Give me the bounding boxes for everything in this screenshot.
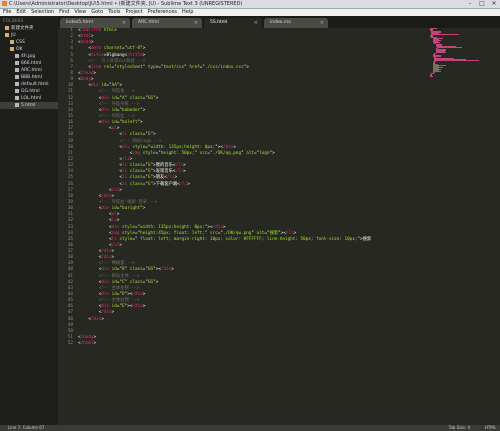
close-tab-icon[interactable]: × [320, 18, 324, 28]
sidebar-item-label: LOL.html [21, 96, 42, 101]
tab-label: index5.html [66, 20, 93, 25]
menu-goto[interactable]: Goto [91, 9, 103, 15]
sidebar-item-label: 666.html [21, 61, 42, 66]
minimap-line [435, 51, 447, 53]
cursor-position: Line 7, Column 67 [8, 425, 45, 430]
line-number: 52 [67, 341, 73, 347]
file-icon [15, 60, 19, 65]
status-bar: Line 7, Column 67 Tab Size: 4 HTML [0, 425, 500, 431]
code-line: </html> [78, 341, 97, 347]
sidebar-item-label: GG.html [21, 89, 40, 94]
minimize-button[interactable]: – [464, 0, 476, 8]
close-tab-icon[interactable]: × [254, 18, 258, 28]
file-icon [15, 74, 19, 79]
menu-tools[interactable]: Tools [108, 9, 120, 15]
folder-icon [10, 39, 14, 44]
window-titlebar: C:\Users\Administrator\Desktop\JU\5.html… [0, 0, 500, 9]
menu-edit[interactable]: Edit [16, 9, 26, 15]
sidebar-item[interactable]: LOL.html [0, 95, 58, 102]
tab-bar: index5.html × ARC.html × 5S.html × index.css × [58, 16, 500, 28]
sidebar-item[interactable]: BBB.html [0, 74, 58, 81]
sidebar-item-label: 5.html [21, 103, 36, 108]
file-icon [15, 102, 19, 107]
syntax-indicator[interactable]: HTML [485, 425, 496, 431]
sidebar-item-label: JU [11, 33, 16, 38]
sidebar-item[interactable]: GG.html [0, 88, 58, 95]
minimap-line [437, 47, 463, 48]
sidebar-item-label: default.html [21, 82, 49, 87]
file-icon [15, 95, 19, 100]
sidebar-item-label: ARC.html [21, 68, 42, 73]
sidebar-item[interactable]: CSS [0, 39, 58, 46]
sidebar: FOLDERS 新建文件夹 JU CSS OK 4h.jpg 666.html ARC.ht… [0, 16, 58, 425]
tab-index5-html[interactable]: index5.html × [60, 18, 130, 28]
menu-project[interactable]: Project [126, 9, 143, 15]
sidebar-item[interactable]: ARC.html [0, 67, 58, 74]
sidebar-item[interactable]: 5.html [0, 102, 58, 109]
sidebar-item-label: BBB.html [21, 75, 42, 80]
sidebar-item[interactable]: default.html [0, 81, 58, 88]
minimap-line [431, 33, 460, 35]
sidebar-item-label: 新建文件夹 [11, 26, 34, 31]
file-icon [15, 67, 19, 72]
menu-preferences[interactable]: Preferences [148, 9, 177, 15]
sidebar-item[interactable]: JU [0, 32, 58, 39]
minimap-line [430, 76, 434, 78]
tab-5S-html[interactable]: 5S.html × [204, 18, 262, 28]
tab-index-css[interactable]: index.css × [264, 18, 328, 28]
menu-help[interactable]: Help [182, 9, 193, 15]
sidebar-item[interactable]: 新建文件夹 [0, 25, 58, 32]
tab-label: index.css [270, 20, 291, 25]
line-number-gutter: 1 2 3 4 5 6 7 8 9 10 11 12 13 14 15 16 17 18 19 20 21 22 23 24 2… [58, 28, 76, 400]
tab-size-indicator[interactable]: Tab Size: 4 [449, 425, 470, 431]
minimap-line [434, 60, 480, 62]
close-button[interactable]: ✕ [488, 0, 500, 8]
sidebar-item-label: CSS [16, 40, 25, 45]
sidebar-item[interactable]: OK [0, 46, 58, 53]
folder-open-icon [5, 32, 9, 37]
close-tab-icon[interactable]: × [194, 18, 198, 28]
sublime-logo-icon [2, 1, 7, 6]
maximize-button[interactable]: □ [476, 0, 488, 8]
minimap[interactable] [430, 28, 500, 78]
menu-find[interactable]: Find [59, 9, 69, 15]
sidebar-item[interactable]: 4h.jpg [0, 53, 58, 60]
file-icon [15, 88, 19, 93]
file-icon [15, 53, 19, 58]
sidebar-item-label: OK [16, 47, 23, 52]
sidebar-header: FOLDERS [3, 18, 24, 23]
sidebar-item-label: 4h.jpg [21, 54, 36, 59]
tab-label: ARC.html [138, 20, 159, 25]
menu-bar: File Edit Selection Find View Goto Tools Projec… [0, 9, 500, 16]
code-editor[interactable]: <!DOCTYPE html> <html> <head> <meta charse… [78, 28, 428, 400]
menu-view[interactable]: View [74, 9, 86, 15]
menu-file[interactable]: File [3, 9, 11, 15]
file-icon [15, 81, 19, 86]
folder-icon [10, 46, 14, 51]
window-title: C:\Users\Administrator\Desktop\JU\5.html… [9, 1, 243, 7]
close-tab-icon[interactable]: × [122, 18, 126, 28]
sidebar-item[interactable]: 666.html [0, 60, 58, 67]
tab-ARC-html[interactable]: ARC.html × [132, 18, 202, 28]
menu-selection[interactable]: Selection [31, 9, 54, 15]
folder-open-icon [5, 25, 9, 30]
tab-label: 5S.html [210, 20, 228, 25]
